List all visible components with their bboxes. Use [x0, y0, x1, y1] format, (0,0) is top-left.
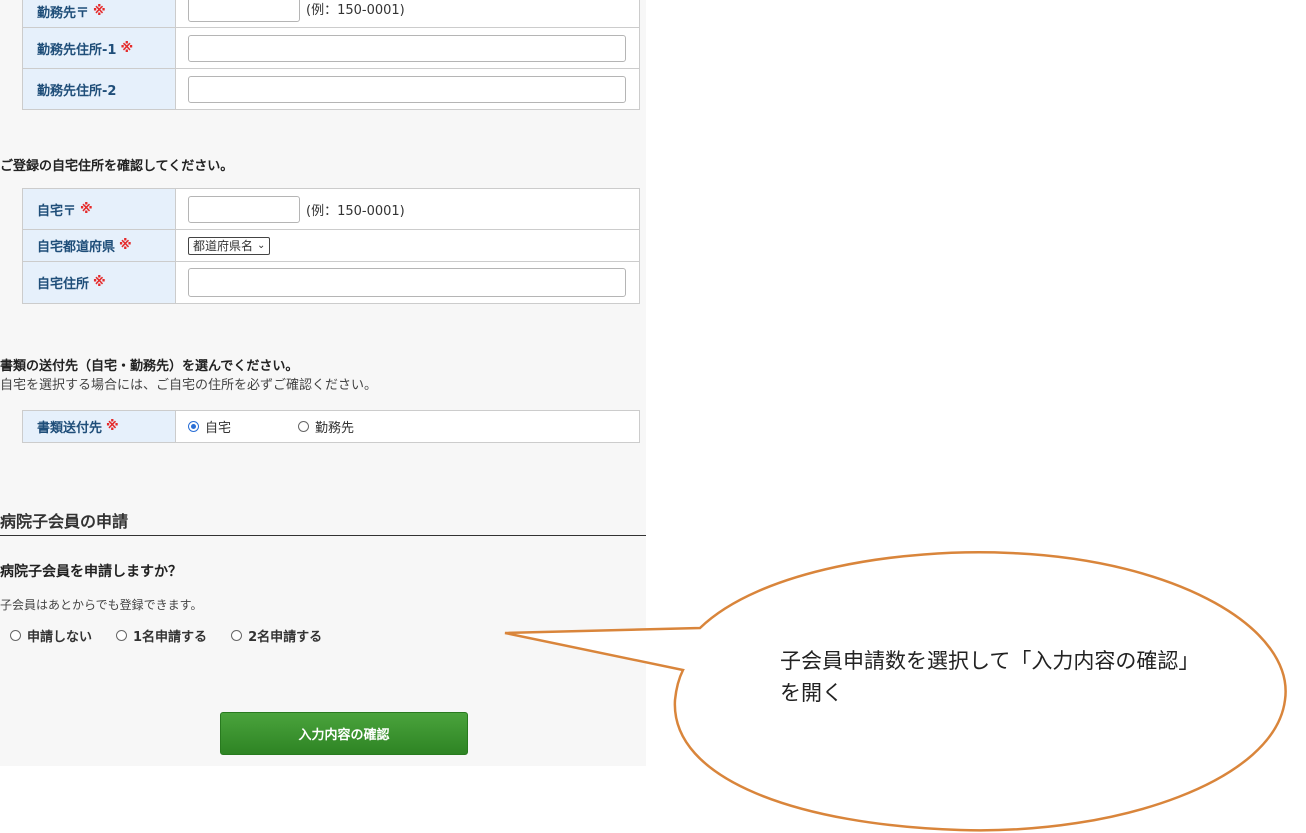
callout-text: 子会員申請数を選択して「入力内容の確認」を開く	[780, 649, 1200, 705]
